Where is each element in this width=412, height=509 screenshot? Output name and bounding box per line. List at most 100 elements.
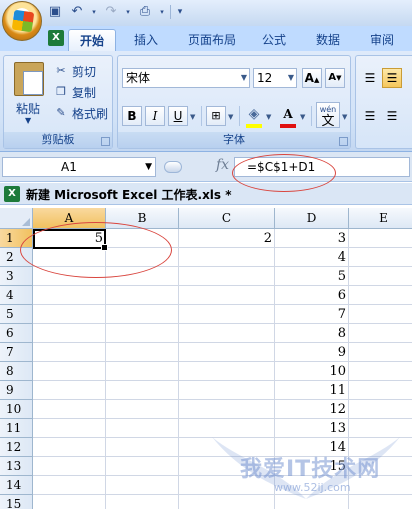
bold-button[interactable]: B bbox=[122, 106, 142, 126]
column-header-e[interactable]: E bbox=[349, 208, 412, 229]
column-header-d[interactable]: D bbox=[275, 208, 349, 229]
annotation-ellipse-formula bbox=[232, 154, 336, 192]
tab-home[interactable]: 开始 bbox=[68, 29, 116, 51]
row-header-4[interactable]: 4 bbox=[0, 286, 33, 305]
font-group: 宋体 ▼ 12 ▼ A▲ A▼ B I U ▼ ⊞ ▼ ◈ ▼ A ▼ wén … bbox=[117, 55, 351, 149]
select-all-corner[interactable] bbox=[0, 208, 33, 229]
phonetic-wen-char: 文 bbox=[321, 114, 335, 129]
cell-d10[interactable]: 12 bbox=[275, 400, 349, 419]
grid-line bbox=[33, 399, 412, 400]
undo-dropdown-icon[interactable]: ▾ bbox=[90, 3, 98, 21]
chevron-down-icon: ▼ bbox=[145, 162, 152, 172]
row-header-11[interactable]: 11 bbox=[0, 419, 33, 438]
italic-button[interactable]: I bbox=[145, 106, 165, 126]
row-header-10[interactable]: 10 bbox=[0, 400, 33, 419]
borders-dropdown-icon[interactable]: ▼ bbox=[228, 113, 233, 121]
borders-button[interactable]: ⊞ bbox=[206, 106, 226, 126]
clipboard-launcher-icon[interactable] bbox=[101, 137, 110, 146]
insert-function-icon[interactable]: fx bbox=[216, 157, 229, 173]
excel-app-icon[interactable]: X bbox=[48, 30, 64, 46]
cell-d13[interactable]: 15 bbox=[275, 457, 349, 476]
grid-line bbox=[33, 285, 412, 286]
tab-insert[interactable]: 插入 bbox=[126, 29, 166, 51]
row-header-13[interactable]: 13 bbox=[0, 457, 33, 476]
grid-line bbox=[33, 494, 412, 495]
font-name-value: 宋体 bbox=[126, 71, 151, 85]
row-header-6[interactable]: 6 bbox=[0, 324, 33, 343]
paste-icon[interactable] bbox=[14, 62, 44, 96]
grid-line bbox=[33, 361, 412, 362]
font-name-select[interactable]: 宋体 ▼ bbox=[122, 68, 250, 88]
redo-dropdown-icon[interactable]: ▾ bbox=[124, 3, 132, 21]
clipboard-group-label: 剪贴板 bbox=[4, 132, 112, 148]
shrink-font-icon: A bbox=[328, 72, 337, 83]
undo-icon[interactable]: ↶ bbox=[68, 3, 86, 21]
row-header-9[interactable]: 9 bbox=[0, 381, 33, 400]
row-header-8[interactable]: 8 bbox=[0, 362, 33, 381]
grid-line bbox=[33, 342, 412, 343]
tab-review[interactable]: 审阅 bbox=[362, 29, 402, 51]
name-box[interactable]: A1 ▼ bbox=[2, 157, 156, 177]
row-header-5[interactable]: 5 bbox=[0, 305, 33, 324]
formula-bar-splitter[interactable] bbox=[164, 161, 182, 173]
excel-file-icon: X bbox=[4, 186, 20, 202]
row-header-12[interactable]: 12 bbox=[0, 438, 33, 457]
cell-c1[interactable]: 2 bbox=[179, 229, 275, 248]
align-center-icon[interactable]: ☰ bbox=[382, 106, 402, 126]
paste-dropdown-icon[interactable]: ▼ bbox=[25, 116, 31, 125]
grid-line bbox=[33, 304, 412, 305]
tab-formulas[interactable]: 公式 bbox=[254, 29, 294, 51]
redo-icon[interactable]: ↷ bbox=[102, 3, 120, 21]
cell-d6[interactable]: 8 bbox=[275, 324, 349, 343]
customize-icon[interactable]: ▾ bbox=[175, 3, 185, 21]
cell-d12[interactable]: 14 bbox=[275, 438, 349, 457]
format-painter-label: 格式刷 bbox=[72, 106, 109, 121]
paste-button[interactable]: 粘贴 bbox=[16, 100, 40, 117]
alignment-group: ☰ ☰ ☰ ☰ bbox=[355, 55, 412, 149]
copy-button[interactable]: ❐ 复制 bbox=[54, 83, 96, 101]
annotation-ellipse-a1 bbox=[20, 222, 172, 278]
underline-button[interactable]: U bbox=[168, 106, 188, 126]
font-color-button[interactable]: A bbox=[278, 104, 298, 124]
print-preview-icon[interactable]: ⎙ bbox=[136, 3, 154, 21]
align-left-icon[interactable]: ☰ bbox=[360, 106, 380, 126]
cell-d5[interactable]: 7 bbox=[275, 305, 349, 324]
row-header-3[interactable]: 3 bbox=[0, 267, 33, 286]
fill-color-button[interactable]: ◈ bbox=[244, 104, 264, 124]
shrink-font-button[interactable]: A▼ bbox=[325, 68, 345, 88]
copy-label: 复制 bbox=[72, 85, 97, 100]
cell-d3[interactable]: 5 bbox=[275, 267, 349, 286]
align-middle-icon[interactable]: ☰ bbox=[382, 68, 402, 88]
font-launcher-icon[interactable] bbox=[339, 137, 348, 146]
font-color-swatch bbox=[280, 124, 296, 128]
cell-d2[interactable]: 4 bbox=[275, 248, 349, 267]
phonetic-button[interactable]: wén 文 bbox=[316, 102, 340, 128]
tab-data[interactable]: 数据 bbox=[308, 29, 348, 51]
save-icon[interactable]: ▣ bbox=[46, 3, 64, 21]
cell-d4[interactable]: 6 bbox=[275, 286, 349, 305]
font-size-select[interactable]: 12 ▼ bbox=[253, 68, 297, 88]
underline-dropdown-icon[interactable]: ▼ bbox=[190, 113, 195, 121]
format-painter-button[interactable]: ✎ 格式刷 bbox=[54, 104, 108, 122]
font-color-dropdown-icon[interactable]: ▼ bbox=[300, 113, 305, 121]
cell-d1[interactable]: 3 bbox=[275, 229, 349, 248]
row-header-14[interactable]: 14 bbox=[0, 476, 33, 495]
tab-page-layout[interactable]: 页面布局 bbox=[180, 29, 244, 51]
cell-d7[interactable]: 9 bbox=[275, 343, 349, 362]
row-header-7[interactable]: 7 bbox=[0, 343, 33, 362]
cell-d11[interactable]: 13 bbox=[275, 419, 349, 438]
column-header-c[interactable]: C bbox=[179, 208, 275, 229]
office-button[interactable] bbox=[2, 1, 42, 41]
cut-button[interactable]: ✂ 剪切 bbox=[54, 62, 96, 80]
print-preview-dropdown-icon[interactable]: ▾ bbox=[158, 3, 166, 21]
copy-icon: ❐ bbox=[56, 85, 66, 98]
cell-d9[interactable]: 11 bbox=[275, 381, 349, 400]
phonetic-dropdown-icon[interactable]: ▼ bbox=[342, 113, 347, 121]
fill-color-dropdown-icon[interactable]: ▼ bbox=[266, 113, 271, 121]
cell-d8[interactable]: 10 bbox=[275, 362, 349, 381]
row-header-15[interactable]: 15 bbox=[0, 495, 33, 509]
align-top-icon[interactable]: ☰ bbox=[360, 68, 380, 88]
font-group-label: 字体 bbox=[118, 132, 350, 148]
cut-label: 剪切 bbox=[72, 64, 97, 79]
grow-font-button[interactable]: A▲ bbox=[302, 68, 322, 88]
